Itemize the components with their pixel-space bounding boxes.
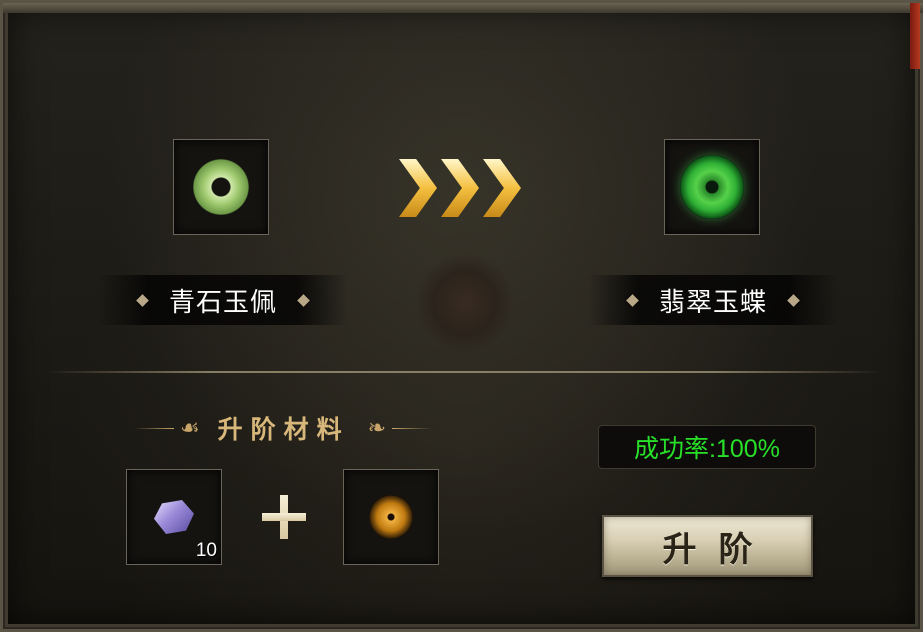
materials-title: 升阶材料 [217, 415, 350, 444]
upgrade-arrows [399, 159, 525, 217]
ornament-line [133, 427, 174, 429]
material-quantity: 10 [195, 540, 217, 561]
chevron-right-icon [441, 159, 479, 217]
jade-disc-icon [193, 159, 249, 215]
divider [43, 371, 883, 373]
cloud-scroll-icon: ☙ [179, 415, 200, 441]
target-item-name: 翡翠玉蝶 [658, 287, 767, 318]
source-item-name-bar: 青石玉佩 [98, 275, 348, 325]
purple-crystal-icon [154, 500, 194, 534]
target-item-slot[interactable] [664, 139, 760, 235]
source-item-slot[interactable] [173, 139, 269, 235]
source-item-name: 青石玉佩 [168, 287, 277, 318]
material-slot-1[interactable]: 10 [126, 469, 222, 565]
upgrade-button[interactable]: 升阶 [602, 515, 813, 577]
success-rate-display: 成功率:100% [598, 425, 816, 469]
materials-header: ☙ 升阶材料 ❧ [103, 408, 463, 448]
diamond-ornament [787, 293, 800, 307]
chevron-right-icon [399, 159, 437, 217]
background-emblem [415, 253, 515, 353]
chevron-right-icon [483, 159, 521, 217]
diamond-ornament [297, 293, 310, 307]
diamond-ornament [136, 293, 149, 307]
cloud-scroll-icon: ❧ [367, 415, 387, 441]
ornament-line [392, 427, 433, 429]
diamond-ornament [626, 293, 639, 307]
target-item-name-bar: 翡翠玉蝶 [588, 275, 838, 325]
upgrade-button-label: 升阶 [662, 529, 775, 570]
golden-eye-icon [369, 495, 413, 539]
upgrade-panel: 青石玉佩 翡翠玉蝶 ☙ 升阶材料 ❧ 10 成功率:100% 升阶 [0, 0, 923, 632]
window-top-border [3, 3, 923, 13]
close-tab[interactable] [910, 3, 920, 69]
material-slot-2[interactable] [343, 469, 439, 565]
green-jade-butterfly-icon [680, 155, 744, 219]
plus-icon [262, 495, 306, 539]
